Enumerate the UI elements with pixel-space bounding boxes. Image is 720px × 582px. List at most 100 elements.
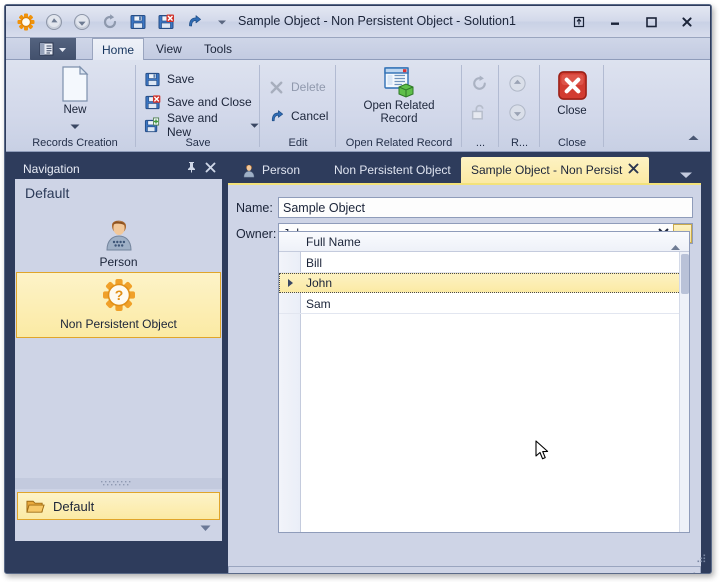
close-record-label: Close (557, 105, 587, 117)
save-icon[interactable] (126, 10, 150, 34)
owner-dropdown-popup: Full Name Bill John Sam (278, 231, 690, 533)
ribbon-group-record-navigation-label: R... (510, 137, 529, 149)
refresh-button[interactable] (470, 72, 489, 94)
gear-question-icon: ? (100, 278, 138, 314)
folder-icon (26, 498, 45, 515)
refresh-icon[interactable] (98, 10, 122, 34)
open-related-record-button[interactable]: Open Related Record (336, 65, 462, 125)
unlock-button[interactable] (470, 101, 489, 123)
grid-column-header-full-name[interactable]: Full Name (306, 235, 361, 249)
table-row[interactable]: Sam (279, 294, 689, 314)
nav-footer-item-default[interactable]: Default (17, 492, 220, 520)
scrollbar-thumb[interactable] (681, 254, 689, 294)
ribbon-group-edit: Delete Cancel Edit (260, 60, 336, 152)
grid-header-row: Full Name (279, 232, 689, 252)
close-record-button[interactable]: Close (540, 70, 604, 117)
navigation-title: Navigation (23, 161, 80, 176)
name-input[interactable]: Sample Object (278, 197, 693, 218)
view-tab-non-persistent-object-label: Non Persistent Object (334, 163, 451, 177)
save-and-close-button[interactable]: Save and Close (144, 91, 252, 113)
navigation-splitter[interactable] (15, 478, 222, 489)
tab-list-dropdown-icon[interactable] (679, 166, 693, 184)
close-window-icon[interactable] (670, 10, 704, 34)
name-input-value: Sample Object (283, 200, 365, 215)
navigate-up-icon[interactable] (42, 10, 66, 34)
ribbon-group-record-navigation: R... (499, 60, 540, 152)
title-bar: Sample Object - Non Persistent Object - … (6, 6, 710, 38)
dropdown-scrollbar[interactable] (679, 252, 689, 532)
nav-show-more-icon[interactable] (199, 519, 212, 537)
previous-record-button[interactable] (508, 72, 527, 94)
ribbon-group-edit-label: Edit (288, 137, 308, 149)
sidebar-item-person[interactable]: Person (16, 211, 221, 275)
delete-x-icon (268, 79, 285, 96)
save-and-new-icon (144, 117, 161, 134)
application-menu-button[interactable] (30, 38, 76, 60)
tab-view[interactable]: View (144, 38, 194, 60)
ribbon-tab-strip: Home View Tools (6, 38, 710, 60)
sidebar-item-non-persistent-object-label: Non Persistent Object (60, 317, 177, 331)
app-settings-icon[interactable] (14, 10, 38, 34)
arrow-up-circle-icon (508, 74, 527, 93)
open-related-record-label-line2: Record (380, 113, 418, 125)
ribbon-group-open-related-record: Open Related Record Open Related Record (336, 60, 462, 152)
save-and-new-button[interactable]: Save and New (144, 111, 260, 139)
new-document-icon (58, 65, 92, 103)
delete-button[interactable]: Delete (268, 76, 326, 98)
view-tab-sample-object[interactable]: Sample Object - Non Persist (461, 157, 650, 183)
ribbon-group-record-actions-label: ... (475, 137, 486, 149)
navigation-panel: Navigation Default Person ? Non Persiste… (14, 157, 223, 542)
nav-footer-item-default-label: Default (53, 498, 95, 514)
save-button[interactable]: Save (144, 68, 194, 90)
close-icon[interactable] (205, 160, 216, 178)
table-row[interactable]: John (279, 273, 689, 293)
divider (603, 65, 604, 147)
mouse-cursor (535, 440, 551, 467)
grid-cell-full-name: Bill (306, 255, 323, 270)
next-record-button[interactable] (508, 101, 527, 123)
svg-text:?: ? (114, 287, 123, 303)
ribbon: New Records Creation Save Save and Close… (6, 60, 710, 152)
person-avatar-icon (102, 216, 136, 252)
pin-icon[interactable] (186, 160, 197, 178)
save-and-new-button-label: Save and New (167, 111, 218, 139)
restore-window-icon[interactable] (562, 10, 596, 34)
tab-tools[interactable]: Tools (192, 38, 244, 60)
tab-home[interactable]: Home (92, 38, 144, 60)
refresh-icon (470, 74, 489, 93)
cancel-button[interactable]: Cancel (268, 105, 328, 127)
sidebar-item-non-persistent-object[interactable]: ? Non Persistent Object (16, 272, 221, 338)
ribbon-group-save-label: Save (185, 137, 211, 149)
resize-grip-icon[interactable] (685, 570, 697, 573)
table-row[interactable]: Bill (279, 253, 689, 273)
view-tab-non-persistent-object[interactable]: Non Persistent Object (324, 157, 461, 183)
cancel-button-label: Cancel (291, 109, 329, 123)
window-resize-grip-icon[interactable] (695, 552, 707, 570)
save-and-close-icon[interactable] (154, 10, 178, 34)
detail-view: Person Non Persistent Object Sample Obje… (228, 157, 701, 566)
view-tab-person[interactable]: Person (232, 157, 310, 183)
field-label-owner: Owner: (236, 226, 277, 241)
close-tab-icon[interactable] (628, 163, 639, 177)
new-button[interactable]: New (14, 65, 136, 135)
undo-icon[interactable] (182, 10, 206, 34)
qat-customize-icon[interactable] (210, 10, 234, 34)
maximize-window-icon[interactable] (634, 10, 668, 34)
grid-cell-full-name: John (306, 276, 333, 290)
person-avatar-icon (242, 163, 256, 178)
window-controls (562, 10, 704, 34)
current-row-marker-icon (288, 279, 293, 287)
navigation-body: Default Person ? Non Persistent Object (15, 179, 222, 478)
navigate-down-icon[interactable] (70, 10, 94, 34)
new-button-label: New (63, 104, 87, 116)
delete-button-label: Delete (291, 80, 326, 94)
view-tab-sample-object-label: Sample Object - Non Persist (471, 163, 623, 177)
ribbon-group-close-label: Close (557, 137, 587, 149)
minimize-window-icon[interactable] (598, 10, 632, 34)
minimize-ribbon-icon[interactable] (687, 129, 700, 147)
close-red-x-icon (557, 70, 588, 101)
new-button-dropdown-icon[interactable] (69, 117, 81, 135)
navigation-footer: Default (15, 489, 222, 541)
sidebar-item-person-label: Person (99, 255, 138, 269)
navigation-group-title: Default (25, 185, 70, 201)
